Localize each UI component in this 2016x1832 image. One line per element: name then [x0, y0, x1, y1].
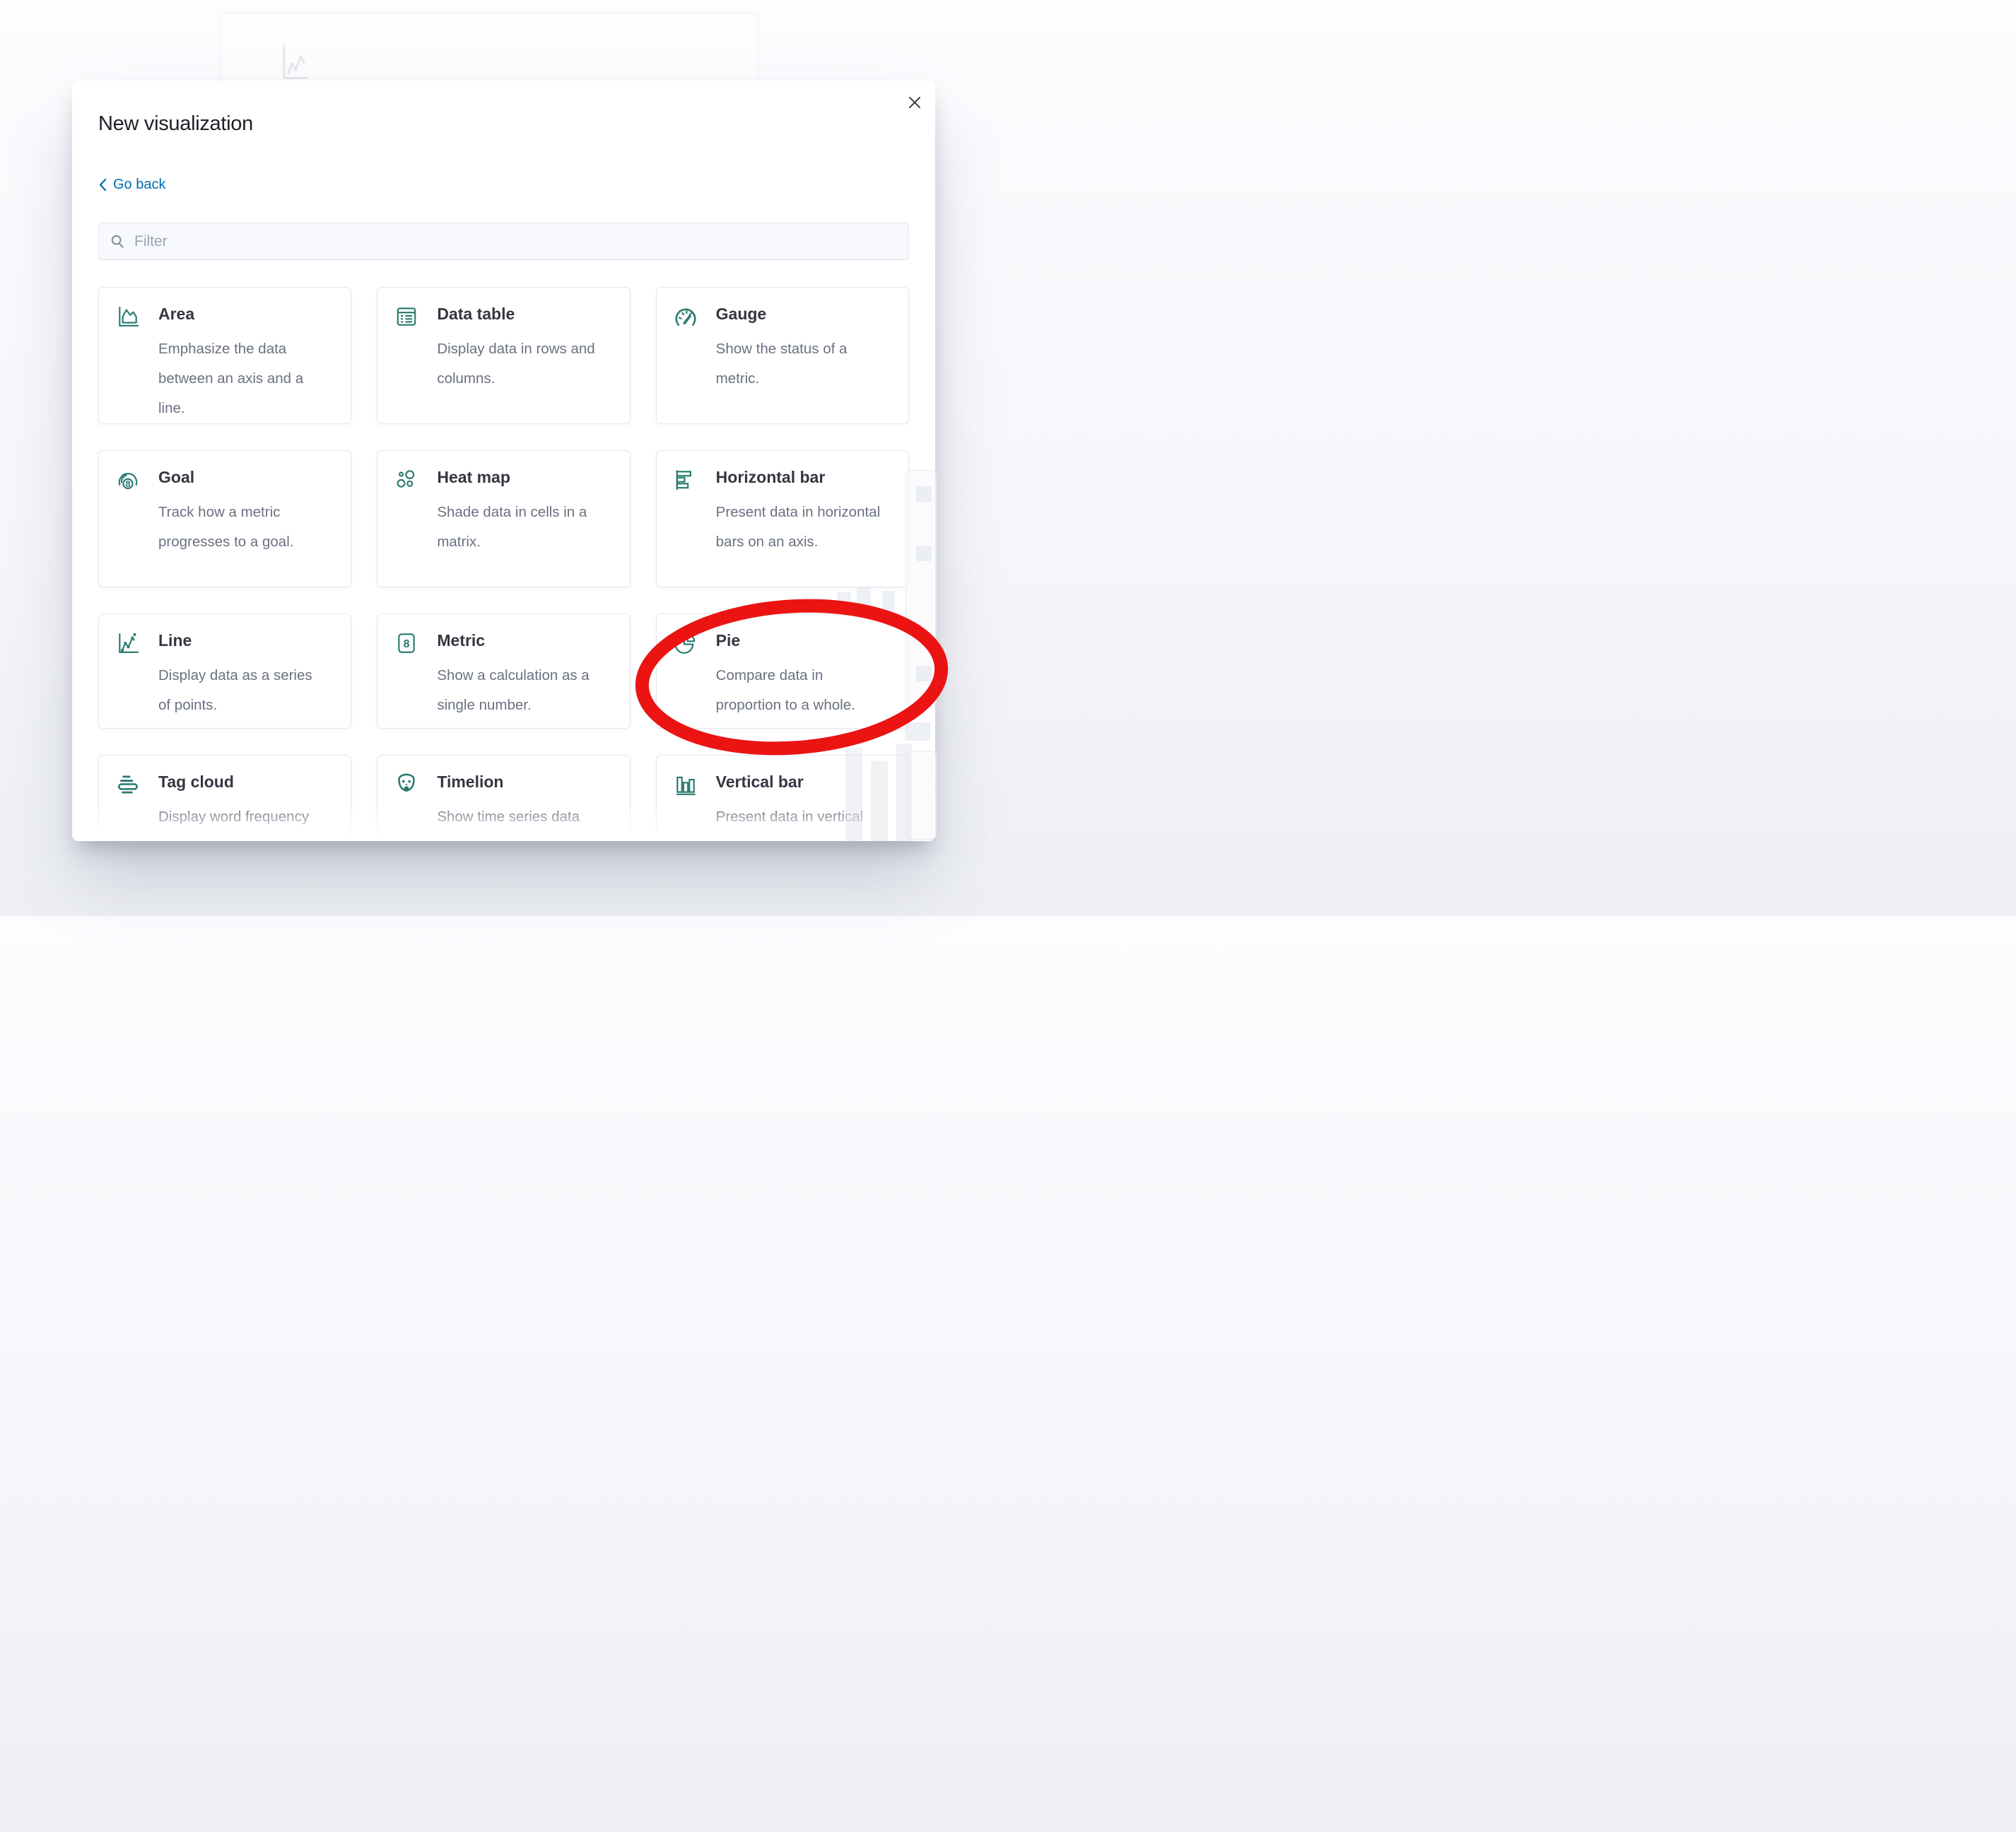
card-description: Display data in rows and columns.	[437, 334, 602, 394]
pie-chart-icon	[674, 631, 698, 659]
data-table-icon	[394, 305, 418, 332]
card-description: Display word frequency with font size.	[158, 802, 324, 841]
card-tag-cloud[interactable]: Tag cloud Display word frequency with fo…	[98, 755, 351, 841]
card-description: Shade data in cells in a matrix.	[437, 498, 602, 557]
background-placeholder-block	[916, 546, 932, 561]
card-title: Goal	[158, 466, 307, 488]
card-heat-map[interactable]: Heat map Shade data in cells in a matrix…	[377, 450, 630, 587]
chevron-left-icon	[98, 178, 107, 192]
card-description: Compare data in proportion to a whole.	[716, 661, 881, 720]
card-title: Line	[158, 630, 324, 651]
filter-search-box[interactable]	[98, 223, 909, 260]
goal-icon: 8	[116, 468, 140, 495]
background-bar-fragment	[845, 748, 862, 841]
background-bar-fragment	[882, 591, 895, 616]
card-title: Horizontal bar	[716, 466, 881, 488]
card-pie[interactable]: Pie Compare data in proportion to a whol…	[656, 613, 909, 729]
card-title: Data table	[437, 303, 602, 324]
heat-map-icon	[394, 468, 418, 495]
svg-text:8: 8	[404, 638, 410, 650]
card-description: Present data in horizontal bars on an ax…	[716, 498, 881, 557]
card-description: Show a calculation as a single number.	[437, 661, 602, 720]
vertical-bar-icon	[674, 773, 698, 800]
background-placeholder-block	[916, 486, 932, 502]
card-line[interactable]: Line Display data as a series of points.	[98, 613, 351, 729]
svg-text:8: 8	[125, 478, 130, 489]
card-title: Tag cloud	[158, 771, 324, 792]
background-bar-fragment	[857, 587, 871, 616]
card-description: Display data as a series of points.	[158, 661, 324, 720]
tag-cloud-icon	[116, 773, 140, 800]
close-icon[interactable]	[906, 93, 924, 112]
background-bar-fragment	[837, 592, 851, 616]
background-placeholder-block	[905, 722, 930, 741]
card-metric[interactable]: 8 Metric Show a calculation as a single …	[377, 613, 630, 729]
background-bar-fragment	[896, 744, 912, 841]
background-line-chart-icon	[279, 41, 310, 82]
card-area[interactable]: Area Emphasize the data between an axis …	[98, 287, 351, 424]
search-icon	[110, 234, 125, 249]
gauge-icon	[674, 305, 698, 332]
background-placeholder-block	[916, 666, 932, 681]
area-chart-icon	[116, 305, 140, 332]
timelion-icon	[394, 773, 418, 800]
card-horizontal-bar[interactable]: Horizontal bar Present data in horizonta…	[656, 450, 909, 587]
filter-input[interactable]	[134, 233, 897, 250]
new-visualization-modal: New visualization Go back	[72, 81, 935, 841]
card-title: Pie	[716, 630, 881, 651]
card-description: Track how a metric progresses to a goal.	[158, 498, 307, 557]
card-description: Show time series data on a graph.	[437, 802, 585, 841]
go-back-link[interactable]: Go back	[98, 177, 165, 193]
card-title: Gauge	[716, 303, 881, 324]
card-data-table[interactable]: Data table Display data in rows and colu…	[377, 287, 630, 424]
go-back-label: Go back	[113, 177, 165, 193]
page-title: New visualization	[98, 112, 909, 136]
background-bar-fragment	[871, 761, 888, 841]
visualization-type-grid: Area Emphasize the data between an axis …	[98, 287, 909, 841]
card-gauge[interactable]: Gauge Show the status of a metric.	[656, 287, 909, 424]
card-goal[interactable]: 8 Goal Track how a metric progresses to …	[98, 450, 351, 587]
card-title: Metric	[437, 630, 602, 651]
line-chart-icon	[116, 631, 140, 659]
card-title: Area	[158, 303, 324, 324]
card-title: Heat map	[437, 466, 602, 488]
card-description: Emphasize the data between an axis and a…	[158, 334, 324, 423]
card-title: Timelion	[437, 771, 585, 792]
horizontal-bar-icon	[674, 468, 698, 495]
metric-icon: 8	[394, 631, 418, 659]
card-timelion[interactable]: Timelion Show time series data on a grap…	[377, 755, 630, 841]
card-description: Show the status of a metric.	[716, 334, 881, 394]
